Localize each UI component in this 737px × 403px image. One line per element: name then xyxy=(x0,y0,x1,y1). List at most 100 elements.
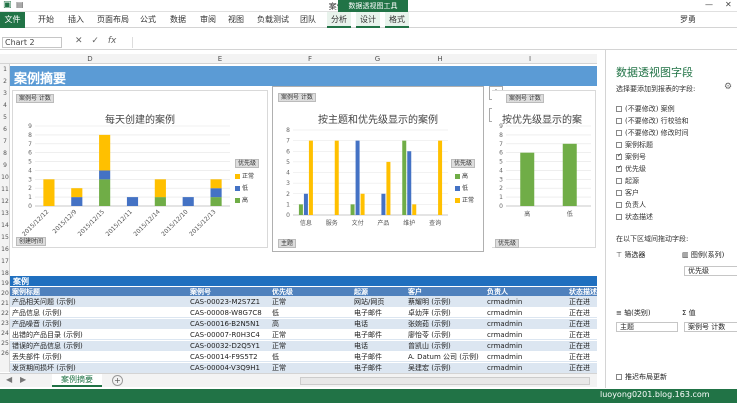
row-header[interactable]: 15 xyxy=(0,234,10,241)
column-header[interactable]: E xyxy=(170,55,270,63)
fx-icon[interactable]: fx xyxy=(108,36,117,46)
cell-priority[interactable]: 正常 xyxy=(272,363,352,373)
cell-priority[interactable]: 正常 xyxy=(272,297,352,307)
table-row[interactable]: 产品相关问题 (示例) CAS-00023-M2S7Z1 正常 网站/网页 蔡耀明 (示… xyxy=(10,297,597,307)
row-header[interactable]: 16 xyxy=(0,246,10,253)
cell-case-number[interactable]: CAS-00032-D2Q5Y1 xyxy=(190,341,270,351)
cell-customer[interactable]: 蔡耀明 (示例) xyxy=(408,297,480,307)
tab-format[interactable]: 格式 xyxy=(385,12,409,28)
tab-page-layout[interactable]: 页面布局 xyxy=(97,14,129,25)
row-header[interactable]: 18 xyxy=(0,270,10,277)
tab-file[interactable]: 文件 xyxy=(0,12,25,28)
field-checkbox[interactable] xyxy=(616,106,622,112)
cell-owner[interactable]: crmadmin xyxy=(487,330,567,340)
row-header[interactable]: 6 xyxy=(0,126,10,133)
add-sheet-icon[interactable]: + xyxy=(112,375,123,386)
field-checkbox[interactable] xyxy=(616,152,622,160)
cell-case-number[interactable]: CAS-00007-R0H3C4 xyxy=(190,330,270,340)
column-header[interactable]: F xyxy=(270,55,350,63)
field-checkbox[interactable] xyxy=(616,190,622,196)
cell-priority[interactable]: 低 xyxy=(272,308,352,318)
legend-field-button[interactable]: 优先级 xyxy=(451,159,476,168)
legend-field-dropdown[interactable]: 优先级 xyxy=(684,266,737,276)
cell-case-title[interactable]: 产品相关问题 (示例) xyxy=(12,297,182,307)
cell-status[interactable]: 正在进 xyxy=(569,319,597,329)
row-header[interactable]: 14 xyxy=(0,222,10,229)
header-case-number[interactable]: 案例号 xyxy=(190,287,270,297)
table-row[interactable]: 丢失部件 (示例) CAS-00014-F9S5T2 低电子邮件 A. Datum 公… xyxy=(10,352,597,362)
column-header[interactable]: G xyxy=(350,55,405,63)
values-field-dropdown[interactable]: 案例号 计数 xyxy=(684,322,737,332)
row-header[interactable]: 23 xyxy=(0,320,10,327)
cell-case-number[interactable]: CAS-00004-V3Q9H1 xyxy=(190,363,270,373)
pivot-field-item[interactable]: 负责人 xyxy=(616,200,646,210)
cell-owner[interactable]: crmadmin xyxy=(487,341,567,351)
legend-field-button[interactable]: 优先级 xyxy=(235,159,260,168)
cell-status[interactable]: 正在进 xyxy=(569,297,597,307)
defer-layout-update[interactable]: 推迟布局更新 xyxy=(616,372,667,382)
table-row[interactable]: 错误的产品信息 (示例) CAS-00032-D2Q5Y1 正常 电话 曾凯山 (示例)… xyxy=(10,341,597,351)
tab-design[interactable]: 设计 xyxy=(356,12,380,28)
cell-customer[interactable]: A. Datum 公司 (示例) xyxy=(408,352,480,362)
cell-priority[interactable]: 高 xyxy=(272,319,352,329)
tab-formulas[interactable]: 公式 xyxy=(140,14,156,25)
row-header[interactable]: 2 xyxy=(0,78,10,85)
sheet-tab-active[interactable]: 案例摘要 xyxy=(52,374,102,387)
cell-priority[interactable]: 正常 xyxy=(272,341,352,351)
row-header[interactable]: 24 xyxy=(0,330,10,337)
row-header[interactable]: 20 xyxy=(0,290,10,297)
pivot-field-item[interactable]: 案例号 xyxy=(616,152,646,162)
cell-origin[interactable]: 电话 xyxy=(354,319,406,329)
row-header[interactable]: 21 xyxy=(0,300,10,307)
row-header[interactable]: 8 xyxy=(0,150,10,157)
next-sheet-icon[interactable]: ▶ xyxy=(20,375,26,384)
cell-owner[interactable]: crmadmin xyxy=(487,308,567,318)
tab-analyze[interactable]: 分析 xyxy=(327,12,351,28)
row-header[interactable]: 5 xyxy=(0,114,10,121)
axis-field-button[interactable]: 主题 xyxy=(278,239,297,248)
gear-icon[interactable]: ⚙ xyxy=(724,82,732,92)
cell-case-title[interactable]: 错误的产品信息 (示例) xyxy=(12,341,182,351)
pivot-field-item[interactable]: 状态描述 xyxy=(616,212,653,222)
pivot-field-item[interactable]: (不要修改) 修改时间 xyxy=(616,128,689,138)
cell-owner[interactable]: crmadmin xyxy=(487,297,567,307)
cancel-icon[interactable]: ✕ xyxy=(75,36,83,46)
header-case-title[interactable]: 案例标题 xyxy=(12,287,182,297)
pivot-field-item[interactable]: 优先级 xyxy=(616,164,646,174)
cell-origin[interactable]: 电子邮件 xyxy=(354,308,406,318)
chart-daily-cases[interactable]: 案例号 计数 每天创建的案例 0 1 2 3 4 5 6 7 8 9 2015/12/12 2015/… xyxy=(12,90,268,248)
axis-field-dropdown[interactable]: 主题 xyxy=(616,322,678,332)
cell-owner[interactable]: crmadmin xyxy=(487,319,567,329)
value-field-button[interactable]: 案例号 计数 xyxy=(16,94,54,103)
field-checkbox[interactable] xyxy=(616,130,622,136)
row-header[interactable]: 4 xyxy=(0,102,10,109)
row-header[interactable]: 10 xyxy=(0,174,10,181)
field-checkbox[interactable] xyxy=(616,202,622,208)
row-header[interactable]: 3 xyxy=(0,90,10,97)
cell-owner[interactable]: crmadmin xyxy=(487,363,567,373)
cell-status[interactable]: 正在进 xyxy=(569,363,597,373)
table-row[interactable]: 产品信息 (示例) CAS-00008-W8G7C8 低电子邮件 卓幼萍 (示例) cr… xyxy=(10,308,597,318)
row-header[interactable]: 26 xyxy=(0,350,10,357)
table-row[interactable]: 出错的产品目录 (示例) CAS-00007-R0H3C4 正常 电子邮件 廖怡苓 (示… xyxy=(10,330,597,340)
column-header[interactable]: I xyxy=(475,55,585,63)
cell-status[interactable]: 正在进 xyxy=(569,352,597,362)
cell-priority[interactable]: 低 xyxy=(272,352,352,362)
cell-priority[interactable]: 正常 xyxy=(272,330,352,340)
name-box[interactable]: Chart 2 xyxy=(2,37,62,48)
tab-team[interactable]: 团队 xyxy=(300,14,316,25)
row-header[interactable]: 9 xyxy=(0,162,10,169)
row-header[interactable]: 22 xyxy=(0,310,10,317)
cell-case-number[interactable]: CAS-00023-M2S7Z1 xyxy=(190,297,270,307)
table-row[interactable]: 产品噪音 (示例) CAS-00016-B2N5N1 高电话 张婉茹 (示例) crma… xyxy=(10,319,597,329)
tab-load-test[interactable]: 负载测试 xyxy=(257,14,289,25)
row-header[interactable]: 11 xyxy=(0,186,10,193)
pivot-field-item[interactable]: 案例标题 xyxy=(616,140,653,150)
tab-home[interactable]: 开始 xyxy=(38,14,54,25)
chart-by-priority[interactable]: 案例号 计数 按优先级显示的案 0123456789高低 优先级 xyxy=(492,90,596,248)
tab-view[interactable]: 视图 xyxy=(228,14,244,25)
table-row[interactable]: 发货期间损坏 (示例) CAS-00004-V3Q9H1 正常 电子邮件 吴建宏 (示例… xyxy=(10,363,597,373)
user-name[interactable]: 罗勇 xyxy=(680,14,696,25)
pivot-field-item[interactable]: 客户 xyxy=(616,188,639,198)
cell-customer[interactable]: 廖怡苓 (示例) xyxy=(408,330,480,340)
